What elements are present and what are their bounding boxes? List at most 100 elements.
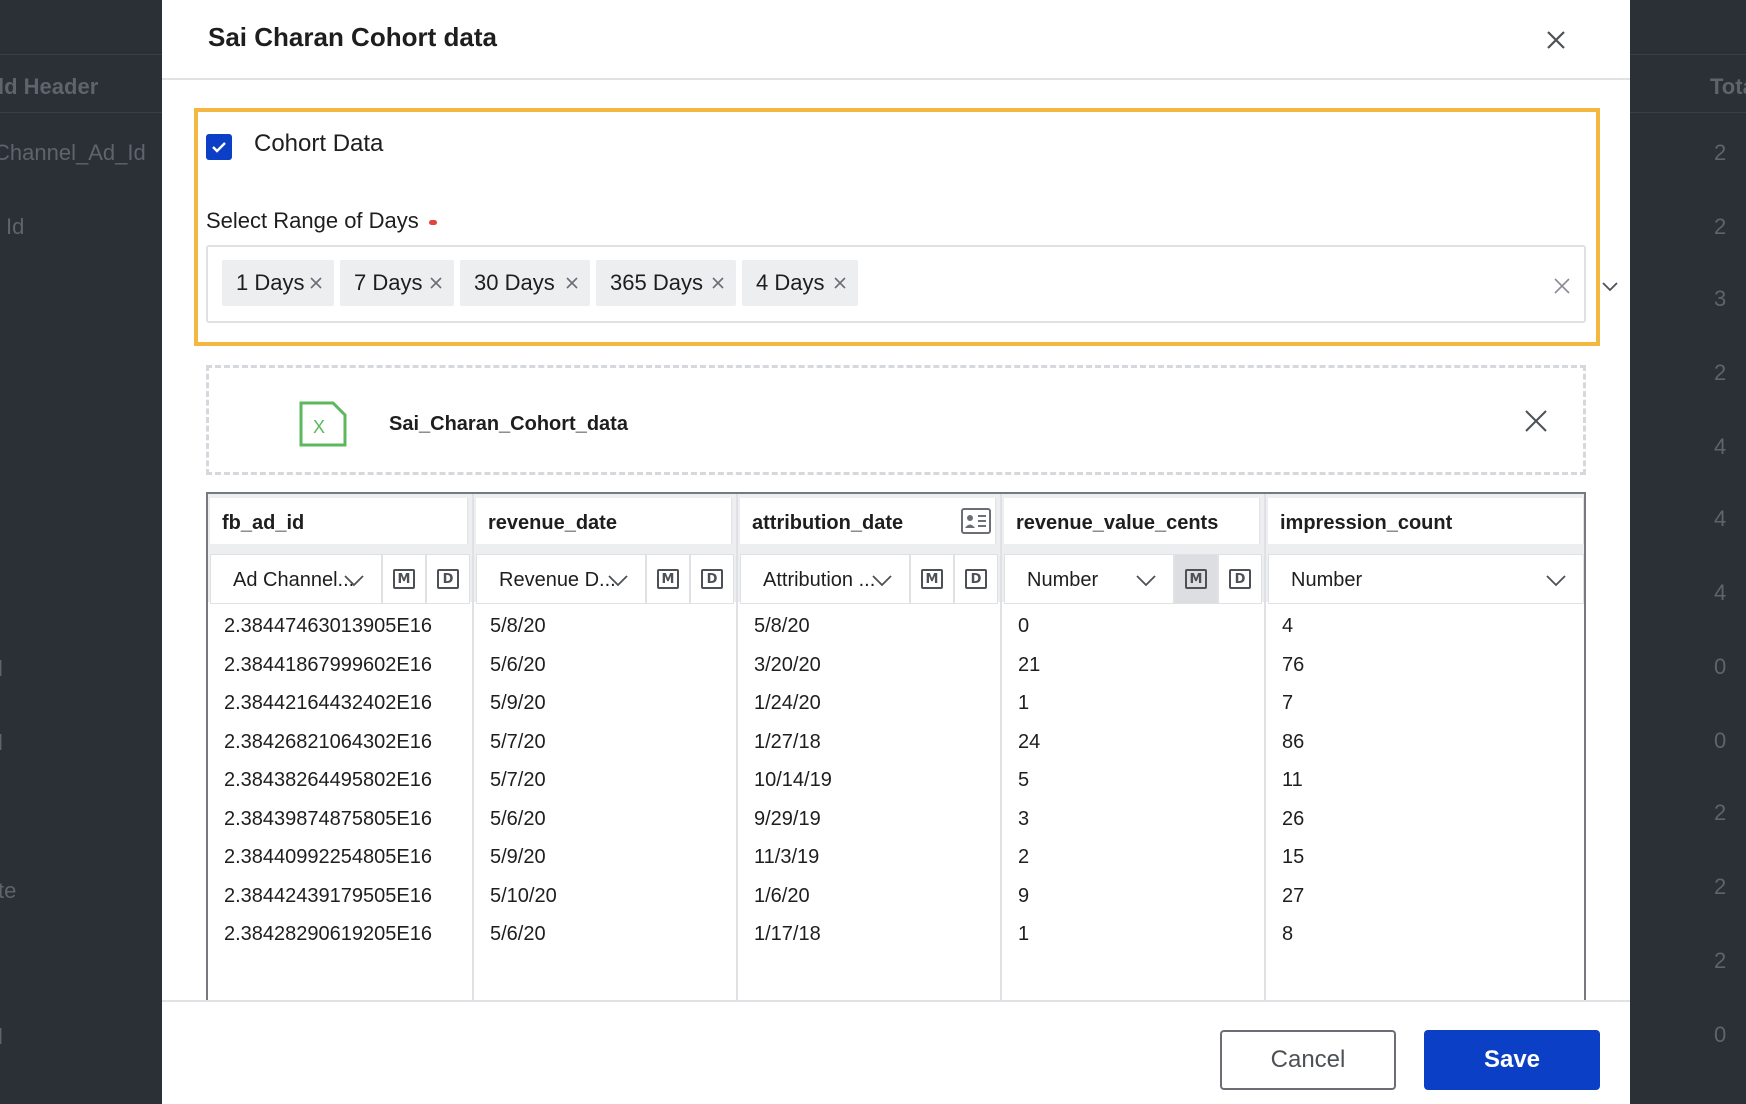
bg-row-value: 2 (1714, 874, 1727, 899)
column-type-select[interactable]: Ad Channel... (210, 554, 382, 604)
table-cell: 3 (1018, 808, 1030, 830)
clear-all-icon[interactable] (1552, 276, 1572, 296)
data-preview-table: fb_ad_id Ad Channel... M Drevenue_date Reven… (206, 492, 1586, 1002)
cohort-data-checkbox[interactable] (206, 134, 232, 160)
file-name: Sai_Charan_Cohort_data (389, 413, 628, 435)
background-left-panel: ld Header Channel_Ad_Id Id l l te l (0, 0, 162, 1104)
table-cell: 7 (1282, 692, 1294, 714)
column-divider (736, 494, 738, 1002)
column-type-value: Attribution ... (763, 569, 876, 591)
table-cell: 5 (1018, 769, 1030, 791)
chevron-down-icon[interactable] (1600, 276, 1620, 296)
bg-row-text: l (0, 730, 3, 755)
uploaded-file-box: X Sai_Charan_Cohort_data (206, 365, 1586, 475)
table-cell: 1/24/20 (754, 692, 821, 714)
column-header: revenue_date (476, 498, 732, 544)
table-cell: 2.38428290619205E16 (224, 923, 432, 945)
column-header: attribution_date (740, 498, 996, 544)
day-chip-label: 30 Days (474, 270, 555, 295)
table-cell: 1/17/18 (754, 923, 821, 945)
day-modifier-button[interactable]: D (690, 554, 734, 604)
table-cell: 1/27/18 (754, 731, 821, 753)
modal-header: Sai Charan Cohort data (162, 0, 1630, 80)
column-type-select[interactable]: Number (1004, 554, 1174, 604)
cohort-modal: Sai Charan Cohort data Cohort Data Selec… (162, 0, 1630, 1104)
column-header-label: fb_ad_id (222, 512, 305, 534)
month-modifier-button[interactable]: M (382, 554, 426, 604)
month-icon: M (657, 569, 679, 589)
table-cell: 2.38441867999602E16 (224, 654, 432, 676)
table-cell: 2.38426821064302E16 (224, 731, 432, 753)
bg-row-value: 2 (1714, 140, 1727, 165)
table-cell: 26 (1282, 808, 1305, 830)
bg-row-value: 2 (1714, 214, 1727, 239)
check-icon (212, 142, 226, 153)
table-cell: 2.38440992254805E16 (224, 846, 432, 868)
column-divider (472, 494, 474, 1002)
column-type-select[interactable]: Revenue D... (476, 554, 646, 604)
day-modifier-button[interactable]: D (954, 554, 998, 604)
save-button[interactable]: Save (1424, 1030, 1600, 1090)
remove-chip-icon[interactable] (710, 275, 726, 291)
column-type-select[interactable]: Attribution ... (740, 554, 910, 604)
day-modifier-button[interactable]: D (426, 554, 470, 604)
column-type-value: Revenue D... (499, 569, 616, 591)
remove-chip-icon[interactable] (428, 275, 444, 291)
range-of-days-label: Select Range of Days (206, 208, 437, 234)
contact-card-icon[interactable] (961, 508, 991, 534)
bg-row-value: 0 (1714, 1022, 1727, 1047)
column-type-select[interactable]: Number (1268, 554, 1584, 604)
bg-header-text: ld Header (0, 74, 99, 99)
table-cell: 9/29/19 (754, 808, 821, 830)
bg-header-text: Tota (1710, 74, 1746, 99)
cohort-data-label: Cohort Data (254, 130, 384, 157)
days-multiselect[interactable]: 1 Days 7 Days 30 Days 365 Days 4 Days (206, 245, 1618, 323)
table-cell: 2.38438264495802E16 (224, 769, 432, 791)
day-chip: 30 Days (460, 260, 590, 306)
chevron-down-icon (1546, 575, 1566, 587)
column-header-label: impression_count (1280, 512, 1453, 534)
day-icon: D (1229, 569, 1251, 589)
column-divider (1000, 494, 1002, 1002)
bg-row-value: 4 (1714, 434, 1727, 459)
bg-row-value: 4 (1714, 580, 1727, 605)
day-chip-label: 1 Days (236, 270, 305, 295)
remove-file-icon[interactable] (1523, 408, 1549, 434)
month-modifier-button[interactable]: M (910, 554, 954, 604)
table-cell: 11/3/19 (754, 846, 820, 868)
bg-row-text: te (0, 878, 17, 903)
remove-chip-icon[interactable] (564, 275, 580, 291)
remove-chip-icon[interactable] (308, 275, 324, 291)
column-header: impression_count (1268, 498, 1584, 544)
table-cell: 5/8/20 (490, 615, 546, 637)
table-cell: 2.38447463013905E16 (224, 615, 432, 637)
chevron-down-icon (1136, 575, 1156, 587)
table-cell: 5/9/20 (490, 846, 546, 868)
table-cell: 8 (1282, 923, 1294, 945)
column-header-label: revenue_date (488, 512, 617, 534)
excel-file-icon: X (299, 401, 347, 447)
month-modifier-button[interactable]: M (646, 554, 690, 604)
column-header-label: revenue_value_cents (1016, 512, 1219, 534)
table-cell: 5/6/20 (490, 923, 546, 945)
table-cell: 2.38439874875805E16 (224, 808, 432, 830)
modal-close-button[interactable] (1536, 20, 1576, 60)
remove-chip-icon[interactable] (832, 275, 848, 291)
chevron-down-icon (872, 575, 892, 587)
day-chip: 4 Days (742, 260, 858, 306)
table-cell: 4 (1282, 615, 1294, 637)
background-right-panel: Tota 2 2 3 2 4 4 4 0 0 2 2 2 0 (1630, 0, 1746, 1104)
column-type-value: Number (1291, 569, 1363, 591)
table-cell: 2 (1018, 846, 1030, 868)
day-modifier-button[interactable]: D (1218, 554, 1262, 604)
table-cell: 5/6/20 (490, 654, 546, 676)
month-modifier-button[interactable]: M (1174, 554, 1218, 604)
cancel-button[interactable]: Cancel (1220, 1030, 1396, 1090)
table-cell: 9 (1018, 885, 1030, 907)
bg-row-text: Id (6, 214, 25, 239)
table-cell: 2.38442164432402E16 (224, 692, 432, 714)
day-icon: D (965, 569, 987, 589)
table-cell: 27 (1282, 885, 1305, 907)
bg-row-value: 4 (1714, 506, 1727, 531)
table-cell: 5/8/20 (754, 615, 810, 637)
